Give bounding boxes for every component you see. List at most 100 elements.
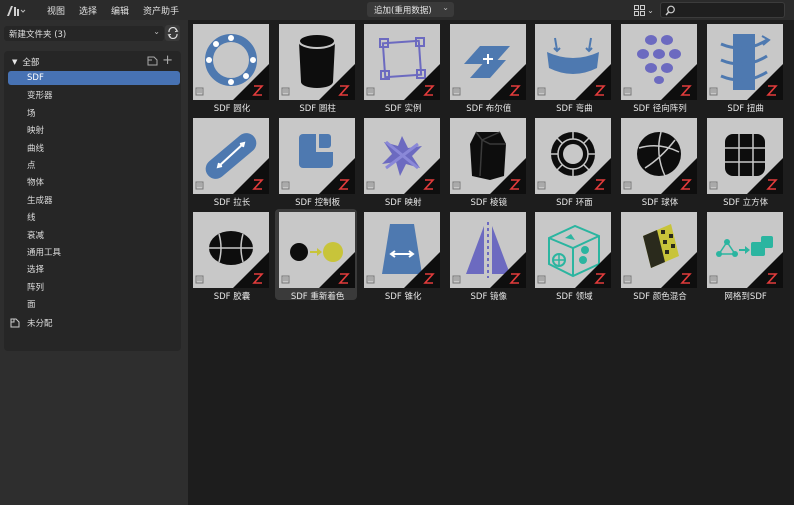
- asset-label: SDF 映射: [384, 198, 422, 208]
- asset-tile[interactable]: SDF 圆化: [189, 21, 271, 114]
- catalog-item[interactable]: 生成器: [8, 193, 180, 207]
- asset-thumbnail: [621, 24, 697, 100]
- node-badge-icon: [452, 158, 526, 194]
- asset-tile[interactable]: SDF 胶囊: [189, 209, 271, 302]
- node-badge-icon: [195, 158, 269, 194]
- search-input[interactable]: [660, 2, 785, 18]
- asset-tile[interactable]: SDF 控制板: [275, 115, 357, 208]
- node-badge-icon: [537, 252, 612, 288]
- unassigned-label: 未分配: [27, 318, 53, 329]
- asset-tile[interactable]: SDF 重新着色: [274, 209, 357, 302]
- menu-asset-helper[interactable]: 资产助手: [136, 4, 186, 17]
- catalog-item[interactable]: 通用工具: [8, 245, 180, 259]
- disclosure-triangle-icon[interactable]: ▼: [12, 58, 17, 66]
- new-catalog-icon[interactable]: [147, 55, 158, 66]
- catalog-item[interactable]: 物体: [8, 175, 180, 189]
- asset-tile[interactable]: SDF 映射: [360, 115, 442, 208]
- editor-type-button[interactable]: [6, 2, 30, 18]
- asset-tile[interactable]: SDF 环面: [531, 115, 613, 208]
- add-icon[interactable]: +: [162, 54, 173, 67]
- asset-label: SDF 重新着色: [290, 292, 345, 302]
- import-method-label: 追加(重用数据): [374, 5, 432, 16]
- asset-label: SDF 棱镜: [470, 198, 508, 208]
- asset-thumbnail: [535, 118, 612, 194]
- node-badge-icon: [623, 252, 697, 288]
- chevron-down-icon: ⌄: [442, 3, 449, 12]
- asset-tile[interactable]: SDF 布尔值: [446, 21, 528, 114]
- asset-tile[interactable]: SDF 径向阵列: [617, 21, 699, 114]
- catalog-item[interactable]: 线: [8, 210, 180, 224]
- asset-thumbnail: [278, 212, 355, 288]
- asset-label: SDF 实例: [384, 104, 422, 114]
- menu-edit[interactable]: 编辑: [104, 4, 136, 17]
- asset-tile[interactable]: 网格到SDF: [703, 209, 785, 302]
- node-badge-icon: [709, 64, 783, 100]
- unassigned-icon: [10, 318, 20, 328]
- asset-thumbnail: [535, 24, 612, 100]
- asset-tile[interactable]: SDF 圆柱: [275, 21, 357, 114]
- catalog-sidebar: 新建文件夹 (3) ⌄ ▼ 全部 + SDF 变形器 场 映射 曲线 点 物体 …: [0, 20, 188, 505]
- catalog-item[interactable]: SDF: [8, 71, 180, 85]
- asset-tile[interactable]: SDF 球体: [617, 115, 699, 208]
- menu-view[interactable]: 视图: [40, 4, 72, 17]
- asset-tile[interactable]: SDF 立方体: [703, 115, 785, 208]
- asset-label: SDF 胶囊: [213, 292, 251, 302]
- asset-thumbnail: [449, 24, 526, 100]
- asset-label: SDF 扭曲: [727, 104, 764, 114]
- grid-view-icon: [634, 4, 646, 16]
- asset-browser-icon: [7, 5, 26, 16]
- asset-thumbnail: [364, 212, 441, 288]
- asset-tile[interactable]: SDF 弯曲: [531, 21, 613, 114]
- catalog-item[interactable]: 变形器: [8, 88, 180, 102]
- asset-label: 网格到SDF: [724, 292, 767, 302]
- asset-thumbnail: [449, 212, 526, 288]
- asset-thumbnail: [535, 212, 612, 288]
- catalog-item[interactable]: 点: [8, 158, 180, 172]
- asset-tile[interactable]: SDF 锥化: [360, 209, 442, 302]
- node-badge-icon: [195, 252, 269, 288]
- asset-label: SDF 布尔值: [466, 104, 512, 114]
- import-method-dropdown[interactable]: 追加(重用数据) ⌄: [367, 2, 454, 17]
- asset-label: SDF 环面: [556, 198, 593, 208]
- library-folder-dropdown[interactable]: 新建文件夹 (3) ⌄: [4, 26, 164, 41]
- asset-tile[interactable]: SDF 拉长: [189, 115, 271, 208]
- menu-select[interactable]: 选择: [72, 4, 104, 17]
- search-icon: [665, 5, 675, 15]
- asset-tile[interactable]: SDF 领域: [531, 209, 613, 302]
- catalog-item[interactable]: 场: [8, 106, 180, 120]
- catalog-item[interactable]: 衰减: [8, 228, 180, 242]
- asset-tile[interactable]: SDF 镜像: [446, 209, 528, 302]
- asset-thumbnail: [364, 118, 441, 194]
- asset-label: SDF 颜色混合: [633, 292, 687, 302]
- catalog-item[interactable]: 阵列: [8, 280, 180, 294]
- display-mode-button[interactable]: ⌄: [632, 3, 656, 17]
- asset-tile[interactable]: SDF 颜色混合: [617, 209, 699, 302]
- asset-thumbnail: [278, 118, 355, 194]
- catalog-root[interactable]: ▼ 全部 +: [4, 54, 181, 69]
- asset-label: SDF 控制板: [295, 198, 341, 208]
- catalog-item[interactable]: 映射: [8, 123, 180, 137]
- node-badge-icon: [366, 252, 441, 288]
- asset-label: SDF 锥化: [384, 292, 422, 302]
- folder-name: 新建文件夹 (3): [9, 29, 67, 40]
- asset-tile[interactable]: SDF 棱镜: [446, 115, 528, 208]
- asset-grid: SDF 圆化 SDF 圆柱 SDF 实例 SDF 布尔值 SDF 弯曲 SDF …: [188, 20, 794, 505]
- node-badge-icon: [195, 64, 269, 100]
- asset-label: SDF 拉长: [213, 198, 251, 208]
- asset-tile[interactable]: SDF 实例: [360, 21, 442, 114]
- menu-bar: 视图 选择 编辑 资产助手: [40, 4, 186, 17]
- catalog-item[interactable]: 曲线: [8, 141, 180, 155]
- node-badge-icon: [452, 64, 526, 100]
- catalog-unassigned[interactable]: 未分配: [10, 316, 180, 330]
- asset-thumbnail: [706, 212, 783, 288]
- chevron-down-icon: ⌄: [647, 5, 654, 15]
- catalog-tree: ▼ 全部 + SDF 变形器场映射曲线点物体生成器线衰减通用工具选择阵列面未分配: [4, 51, 181, 351]
- refresh-button[interactable]: [165, 25, 180, 41]
- catalog-item[interactable]: 选择: [8, 262, 180, 276]
- catalog-item[interactable]: 面: [8, 297, 180, 311]
- asset-label: SDF 径向阵列: [633, 104, 687, 114]
- asset-thumbnail: [193, 24, 269, 100]
- asset-tile[interactable]: SDF 扭曲: [703, 21, 785, 114]
- node-badge-icon: [537, 64, 612, 100]
- asset-thumbnail: [193, 118, 269, 194]
